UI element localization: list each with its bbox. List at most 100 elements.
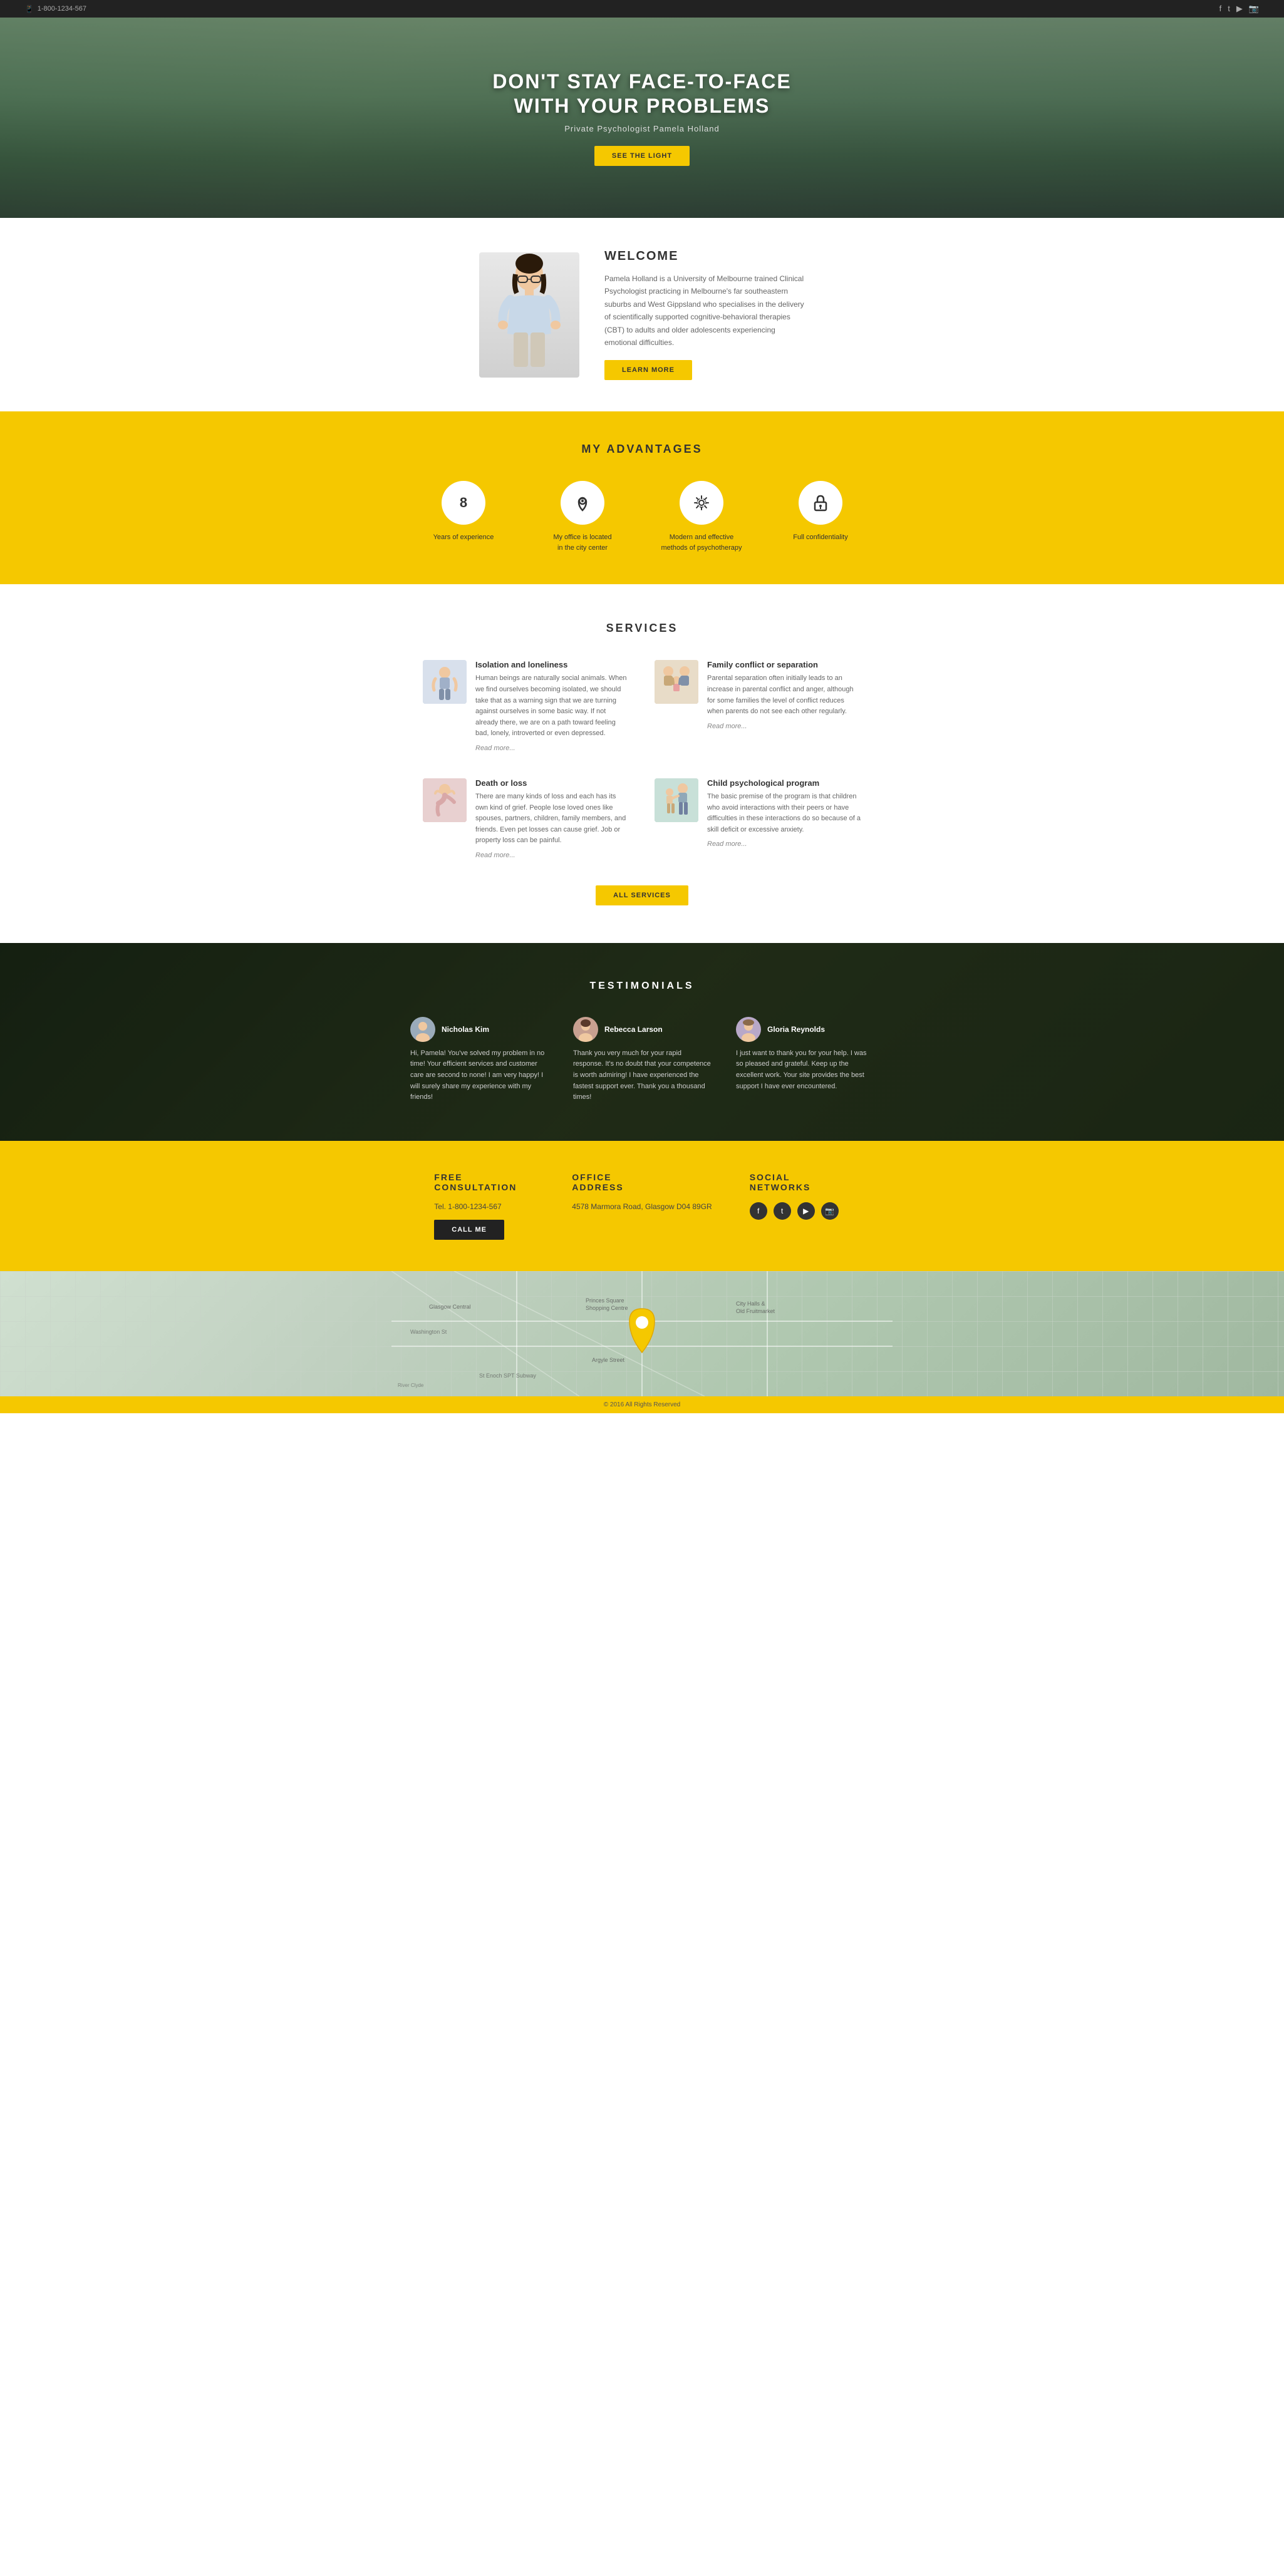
service-child-image (655, 778, 698, 822)
svg-text:Washington St: Washington St (410, 1329, 447, 1335)
footer-social: SOCIALNETWORKS f t ▶ 📷 (750, 1172, 850, 1240)
service-isolation: Isolation and loneliness Human beings ar… (423, 660, 629, 753)
footer-address-heading: OFFICEADDRESS (572, 1172, 712, 1192)
svg-text:River Clyde: River Clyde (398, 1383, 424, 1388)
welcome-learn-more-button[interactable]: LEARN MORE (604, 360, 692, 380)
services-grid: Isolation and loneliness Human beings ar… (423, 660, 861, 860)
service-child-body: The basic premise of the program is that… (707, 791, 861, 835)
service-child-content: Child psychological program The basic pr… (707, 778, 861, 860)
service-death-readmore[interactable]: Read more... (475, 852, 515, 859)
advantage-location: My office is locatedin the city center (542, 481, 623, 553)
testimonial-gloria-name: Gloria Reynolds (767, 1025, 825, 1034)
advantage-methods-circle (680, 481, 723, 525)
advantage-years-circle: 8 (442, 481, 485, 525)
service-death: Death or loss There are many kinds of lo… (423, 778, 629, 860)
service-family: Family conflict or separation Parental s… (655, 660, 861, 753)
social-facebook-top[interactable]: f (1219, 4, 1222, 14)
testimonial-rebecca-header: Rebecca Larson (573, 1017, 711, 1042)
svg-text:Old Fruitmarket: Old Fruitmarket (736, 1308, 775, 1314)
social-twitter-top[interactable]: t (1228, 4, 1230, 14)
welcome-person-illustration (492, 252, 567, 378)
welcome-image (479, 252, 579, 378)
service-isolation-title: Isolation and loneliness (475, 660, 629, 669)
hero-subtitle: Private Psychologist Pamela Holland (492, 124, 791, 133)
svg-text:St Enoch SPT Subway: St Enoch SPT Subway (479, 1373, 536, 1379)
top-bar-left: 📱 1-800-1234-567 (25, 5, 86, 13)
advantage-location-circle (561, 481, 604, 525)
footer-consultation: FREECONSULTATION Tel. 1-800-1234-567 CAL… (434, 1172, 534, 1240)
copyright-text: © 2016 All Rights Reserved (604, 1401, 680, 1408)
all-services-button[interactable]: ALL SERVICES (596, 885, 688, 905)
hero-section: DON'T STAY FACE-TO-FACE WITH YOUR PROBLE… (0, 18, 1284, 218)
service-child-readmore[interactable]: Read more... (707, 840, 747, 848)
social-instagram-top[interactable]: 📷 (1249, 4, 1259, 14)
services-section: SERVICES Isolation and loneliness Human … (0, 584, 1284, 943)
service-death-title: Death or loss (475, 778, 629, 788)
footer-youtube-icon[interactable]: ▶ (797, 1202, 815, 1220)
testimonial-nicholas-avatar (410, 1017, 435, 1042)
testimonial-nicholas-text: Hi, Pamela! You've solved my problem in … (410, 1048, 548, 1103)
testimonial-gloria-avatar (736, 1017, 761, 1042)
advantages-section: MY ADVANTAGES 8 Years of experience My o… (0, 411, 1284, 584)
testimonials-section: TESTIMONIALS Nicholas Kim Hi, Pamela! Yo… (0, 943, 1284, 1141)
footer-social-icons: f t ▶ 📷 (750, 1202, 850, 1220)
footer-twitter-icon[interactable]: t (774, 1202, 791, 1220)
welcome-section: WELCOME Pamela Holland is a University o… (0, 218, 1284, 411)
advantage-confidentiality: Full confidentiality (780, 481, 861, 553)
footer-instagram-icon[interactable]: 📷 (821, 1202, 839, 1220)
avatar-rebecca (573, 1017, 598, 1042)
footer-address-text: 4578 Marmora Road, Glasgow D04 89GR (572, 1202, 712, 1211)
testimonial-rebecca: Rebecca Larson Thank you very much for y… (573, 1017, 711, 1103)
advantage-years-label: Years of experience (433, 532, 494, 543)
testimonial-rebecca-name: Rebecca Larson (604, 1025, 663, 1034)
svg-text:Glasgow Central: Glasgow Central (429, 1304, 471, 1310)
advantage-methods-label: Modern and effectivemethods of psychothe… (661, 532, 742, 553)
footer-facebook-icon[interactable]: f (750, 1202, 767, 1220)
advantage-years-number: 8 (460, 495, 467, 511)
testimonials-heading: TESTIMONIALS (25, 981, 1259, 992)
service-isolation-readmore[interactable]: Read more... (475, 744, 515, 752)
advantages-heading: MY ADVANTAGES (25, 443, 1259, 456)
service-family-body: Parental separation often initially lead… (707, 673, 861, 717)
testimonial-nicholas-header: Nicholas Kim (410, 1017, 548, 1042)
service-family-readmore[interactable]: Read more... (707, 723, 747, 730)
service-death-content: Death or loss There are many kinds of lo… (475, 778, 629, 860)
location-icon (574, 494, 591, 512)
top-bar: 📱 1-800-1234-567 f t ▶ 📷 (0, 0, 1284, 18)
social-youtube-top[interactable]: ▶ (1236, 4, 1243, 14)
top-bar-social: f t ▶ 📷 (1219, 4, 1259, 14)
service-isolation-illustration (423, 660, 467, 704)
service-child: Child psychological program The basic pr… (655, 778, 861, 860)
footer-call-me-button[interactable]: CALL ME (434, 1220, 504, 1240)
testimonial-nicholas-name: Nicholas Kim (442, 1025, 489, 1034)
testimonials-grid: Nicholas Kim Hi, Pamela! You've solved m… (391, 1017, 893, 1103)
map-labels-svg: Glasgow Central Princes Square Shopping … (0, 1271, 1284, 1396)
advantage-location-label: My office is locatedin the city center (553, 532, 611, 553)
testimonial-gloria-header: Gloria Reynolds (736, 1017, 874, 1042)
services-heading: SERVICES (50, 622, 1234, 635)
footer-consultation-phone: Tel. 1-800-1234-567 (434, 1202, 534, 1211)
testimonial-rebecca-avatar (573, 1017, 598, 1042)
welcome-content: WELCOME Pamela Holland is a University o… (604, 249, 805, 380)
top-phone: 1-800-1234-567 (38, 5, 86, 13)
advantage-methods: Modern and effectivemethods of psychothe… (661, 481, 742, 553)
testimonial-gloria-text: I just want to thank you for your help. … (736, 1048, 874, 1092)
footer-address: OFFICEADDRESS 4578 Marmora Road, Glasgow… (572, 1172, 712, 1240)
settings-icon (692, 493, 711, 512)
advantage-confidentiality-label: Full confidentiality (793, 532, 847, 543)
welcome-body: Pamela Holland is a University of Melbou… (604, 272, 805, 349)
avatar-gloria (736, 1017, 761, 1042)
service-death-body: There are many kinds of loss and each ha… (475, 791, 629, 847)
advantage-confidentiality-circle (799, 481, 842, 525)
phone-icon: 📱 (25, 5, 34, 13)
hero-content: DON'T STAY FACE-TO-FACE WITH YOUR PROBLE… (492, 70, 791, 166)
hero-cta-button[interactable]: SEE THE LIGHT (594, 146, 690, 166)
service-child-illustration (655, 778, 698, 822)
service-grief-illustration (423, 778, 467, 822)
advantage-years: 8 Years of experience (423, 481, 504, 553)
testimonial-rebecca-text: Thank you very much for your rapid respo… (573, 1048, 711, 1103)
footer-top: FREECONSULTATION Tel. 1-800-1234-567 CAL… (0, 1141, 1284, 1271)
service-isolation-image (423, 660, 467, 704)
avatar-nicholas (410, 1017, 435, 1042)
service-family-illustration (655, 660, 698, 704)
